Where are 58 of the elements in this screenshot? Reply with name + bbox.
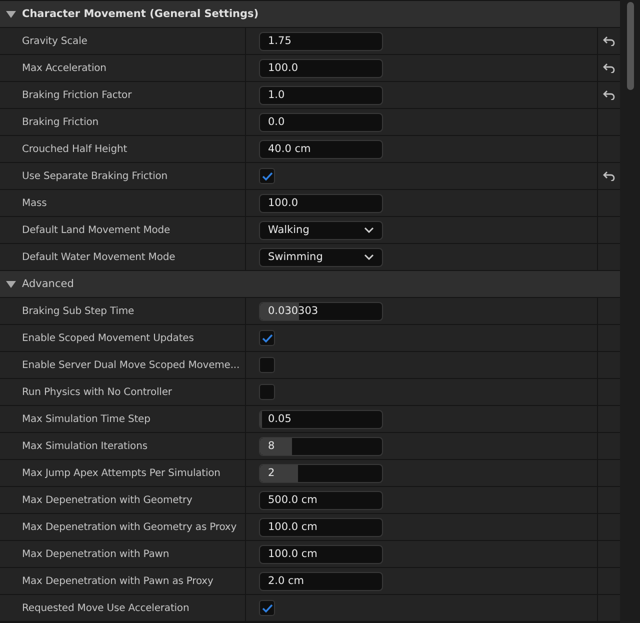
checkbox[interactable] — [259, 384, 275, 400]
slider-input-field[interactable]: 2 — [259, 464, 383, 482]
section-title: Character Movement (General Settings) — [22, 8, 259, 20]
checkmark-icon — [262, 172, 272, 180]
number-input-field[interactable]: 40.0 cm — [259, 140, 383, 158]
property-label: Braking Friction Factor — [22, 90, 132, 100]
property-label: Braking Sub Step Time — [22, 306, 134, 316]
section-header[interactable]: Character Movement (General Settings) — [0, 1, 620, 28]
slider-input-field[interactable]: 0.05 — [259, 410, 383, 428]
reset-arrow-icon[interactable] — [603, 36, 615, 46]
slider-input-field[interactable]: 8 — [259, 436, 383, 456]
reset-arrow-icon[interactable] — [603, 63, 615, 73]
chevron-down-icon — [364, 254, 374, 260]
property-label: Default Land Movement Mode — [22, 224, 170, 236]
number-input-field[interactable]: 1.0 — [259, 86, 383, 104]
property-label: Default Water Movement Mode — [22, 252, 176, 262]
checkbox[interactable] — [259, 330, 275, 346]
property-label: Max Depenetration with Geometry — [22, 494, 192, 506]
property-label: Max Depenetration with Pawn — [22, 548, 170, 560]
dropdown[interactable]: Swimming — [259, 248, 383, 266]
number-input-field[interactable]: 2.0 cm — [259, 572, 383, 590]
checkbox[interactable] — [259, 600, 275, 616]
property-label: Max Acceleration — [22, 62, 106, 74]
property-label: Max Simulation Iterations — [22, 440, 148, 452]
reset-arrow-icon[interactable] — [603, 90, 615, 100]
property-label: Enable Server Dual Move Scoped Moveme... — [22, 360, 240, 370]
expand-triangle-icon — [6, 10, 16, 18]
number-input-field[interactable]: 500.0 cm — [259, 490, 383, 510]
slider-input-field[interactable]: 0.030303 — [259, 302, 383, 320]
property-label: Enable Scoped Movement Updates — [22, 332, 194, 344]
property-label: Max Jump Apex Attempts Per Simulation — [22, 468, 220, 478]
property-label: Run Physics with No Controller — [22, 386, 172, 398]
chevron-down-icon — [364, 227, 374, 233]
section-header[interactable]: Advanced — [0, 271, 620, 298]
checkbox[interactable] — [259, 168, 275, 184]
number-input-field[interactable]: 100.0 cm — [259, 518, 383, 536]
number-input-field[interactable]: 100.0 — [259, 194, 383, 212]
property-label: Max Simulation Time Step — [22, 414, 150, 424]
number-input-field[interactable]: 100.0 — [259, 58, 383, 78]
checkmark-icon — [262, 334, 272, 342]
property-label: Max Depenetration with Pawn as Proxy — [22, 576, 214, 586]
property-label: Use Separate Braking Friction — [22, 170, 168, 182]
property-label: Braking Friction — [22, 116, 99, 128]
property-label: Max Depenetration with Geometry as Proxy — [22, 522, 237, 532]
number-input-field[interactable]: 1.75 — [259, 32, 383, 50]
property-label: Requested Move Use Acceleration — [22, 602, 190, 614]
checkmark-icon — [262, 604, 272, 612]
property-label: Gravity Scale — [22, 36, 88, 46]
property-label: Mass — [22, 198, 47, 208]
number-input-field[interactable]: 100.0 cm — [259, 544, 383, 564]
dropdown[interactable]: Walking — [259, 220, 383, 240]
property-label: Crouched Half Height — [22, 144, 128, 154]
scrollbar-thumb[interactable] — [626, 2, 634, 90]
expand-triangle-icon — [6, 280, 16, 288]
number-input-field[interactable]: 0.0 — [259, 112, 383, 132]
reset-arrow-icon[interactable] — [603, 171, 615, 181]
section-title: Advanced — [22, 278, 74, 290]
checkbox[interactable] — [259, 357, 275, 373]
